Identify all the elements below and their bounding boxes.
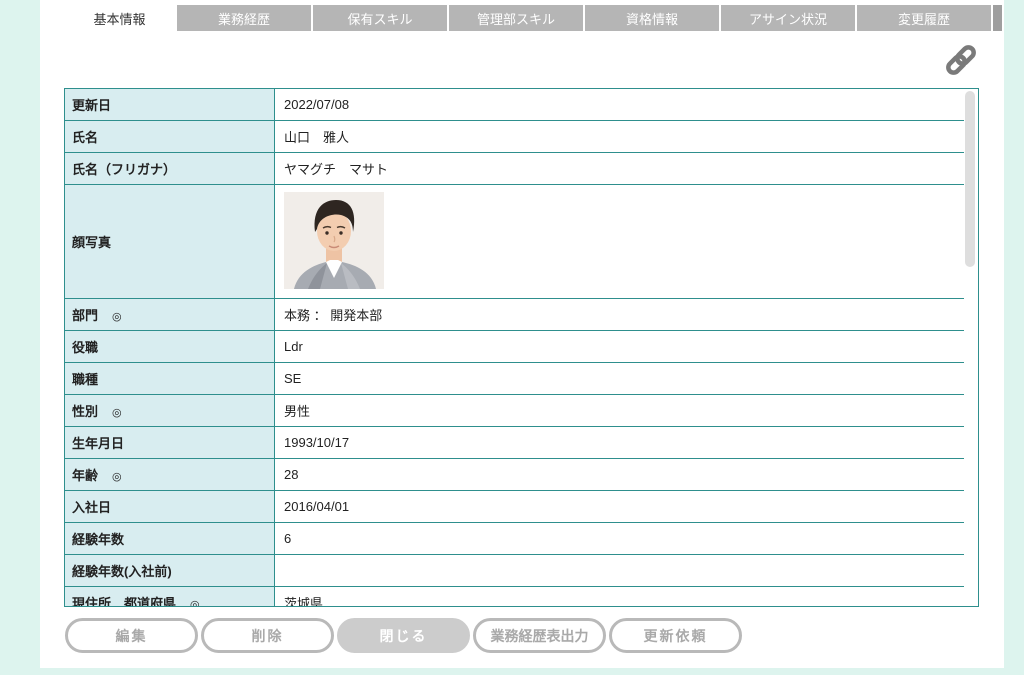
table-row: 氏名 山口 雅人 — [65, 120, 965, 153]
table-row: 入社日 2016/04/01 — [65, 490, 965, 523]
table-row: 更新日 2022/07/08 — [65, 89, 965, 121]
field-label: 入社日 — [65, 490, 275, 523]
tab-change-history[interactable]: 変更履歴 — [857, 5, 991, 31]
field-value: 茨城県 — [274, 586, 965, 606]
field-value: 2022/07/08 — [274, 89, 965, 121]
edit-button[interactable]: 編集 — [65, 618, 198, 653]
field-label: 氏名（フリガナ） — [65, 152, 275, 185]
required-marker: ◎ — [190, 599, 200, 607]
table-row: 生年月日 1993/10/17 — [65, 426, 965, 459]
table-row: 部門 ◎ 本務 ： 開発本部 — [65, 298, 965, 331]
field-label: 年齢 ◎ — [65, 458, 275, 491]
field-label: 経験年数(入社前) — [65, 554, 275, 587]
field-value — [274, 554, 965, 587]
table-row: 顔写真 — [65, 184, 965, 299]
tab-overflow-stub — [993, 5, 1002, 31]
tab-assign-status[interactable]: アサイン状況 — [721, 5, 855, 31]
export-history-button[interactable]: 業務経歴表出力 — [473, 618, 606, 653]
field-label-text: 性別 — [72, 404, 99, 419]
field-value: 6 — [274, 522, 965, 555]
field-value: 2016/04/01 — [274, 490, 965, 523]
employee-info-table: 更新日 2022/07/08 氏名 山口 雅人 氏名（フリガナ） ヤマグチ マサト 顔写真 … — [65, 89, 965, 607]
close-button[interactable]: 閉じる — [337, 618, 470, 653]
table-row: 経験年数 6 — [65, 522, 965, 555]
required-marker: ◎ — [112, 311, 122, 323]
field-label-text: 現住所 都道府県 — [72, 596, 177, 607]
field-value: 山口 雅人 — [274, 120, 965, 153]
table-row: 性別 ◎ 男性 — [65, 394, 965, 427]
field-label: 職種 — [65, 362, 275, 395]
field-label: 氏名 — [65, 120, 275, 153]
field-label-text: 年齢 — [72, 468, 99, 483]
field-label-text: 役職 — [72, 340, 99, 355]
scrollbar-thumb[interactable] — [965, 91, 975, 267]
field-value — [274, 184, 965, 299]
field-label: 顔写真 — [65, 184, 275, 299]
field-label: 生年月日 — [65, 426, 275, 459]
field-label: 性別 ◎ — [65, 394, 275, 427]
field-label-text: 顔写真 — [72, 235, 112, 250]
field-label-text: 氏名 — [72, 130, 99, 145]
table-row: 職種 SE — [65, 362, 965, 395]
delete-button[interactable]: 削除 — [201, 618, 334, 653]
tab-qualifications[interactable]: 資格情報 — [585, 5, 719, 31]
field-label-text: 経験年数(入社前) — [72, 564, 172, 579]
tab-admin-skills[interactable]: 管理部スキル — [449, 5, 583, 31]
table-row: 年齢 ◎ 28 — [65, 458, 965, 491]
field-value: ヤマグチ マサト — [274, 152, 965, 185]
field-label: 経験年数 — [65, 522, 275, 555]
tab-basic-info[interactable]: 基本情報 — [64, 5, 175, 31]
field-value: 28 — [274, 458, 965, 491]
field-label-text: 職種 — [72, 372, 99, 387]
employee-info-rows: 更新日 2022/07/08 氏名 山口 雅人 氏名（フリガナ） ヤマグチ マサト 顔写真 … — [65, 89, 965, 607]
employee-photo — [284, 192, 384, 289]
field-label: 部門 ◎ — [65, 298, 275, 331]
field-label-text: 生年月日 — [72, 436, 125, 451]
field-value: Ldr — [274, 330, 965, 363]
field-label-text: 入社日 — [72, 500, 112, 515]
tab-owned-skills[interactable]: 保有スキル — [313, 5, 447, 31]
required-marker: ◎ — [112, 471, 122, 483]
content-panel: 基本情報 業務経歴 保有スキル 管理部スキル 資格情報 アサイン状況 変更履歴 更新日 202… — [40, 0, 1004, 668]
field-label-text: 更新日 — [72, 98, 112, 113]
field-label: 現住所 都道府県 ◎ — [65, 586, 275, 607]
action-button-bar: 編集 削除 閉じる 業務経歴表出力 更新依頼 — [65, 618, 742, 653]
field-label-text: 氏名（フリガナ） — [72, 162, 177, 177]
field-value: 1993/10/17 — [274, 426, 965, 459]
required-marker: ◎ — [112, 407, 122, 419]
tab-work-history[interactable]: 業務経歴 — [177, 5, 311, 31]
field-value: 本務 ： 開発本部 — [274, 298, 965, 331]
field-label-text: 部門 — [72, 308, 99, 323]
scrollbar-track[interactable] — [964, 89, 976, 606]
field-label-text: 経験年数 — [72, 532, 125, 547]
permalink-chain-icon[interactable] — [943, 42, 979, 78]
tab-bar: 基本情報 業務経歴 保有スキル 管理部スキル 資格情報 アサイン状況 変更履歴 — [64, 5, 1002, 31]
table-row: 経験年数(入社前) — [65, 554, 965, 587]
field-label: 役職 — [65, 330, 275, 363]
field-value: SE — [274, 362, 965, 395]
table-row: 氏名（フリガナ） ヤマグチ マサト — [65, 152, 965, 185]
update-request-button[interactable]: 更新依頼 — [609, 618, 742, 653]
table-row: 役職 Ldr — [65, 330, 965, 363]
table-row: 現住所 都道府県 ◎ 茨城県 — [65, 586, 965, 607]
employee-info-table-container: 更新日 2022/07/08 氏名 山口 雅人 氏名（フリガナ） ヤマグチ マサト 顔写真 … — [64, 88, 979, 607]
field-label: 更新日 — [65, 89, 275, 121]
field-value: 男性 — [274, 394, 965, 427]
